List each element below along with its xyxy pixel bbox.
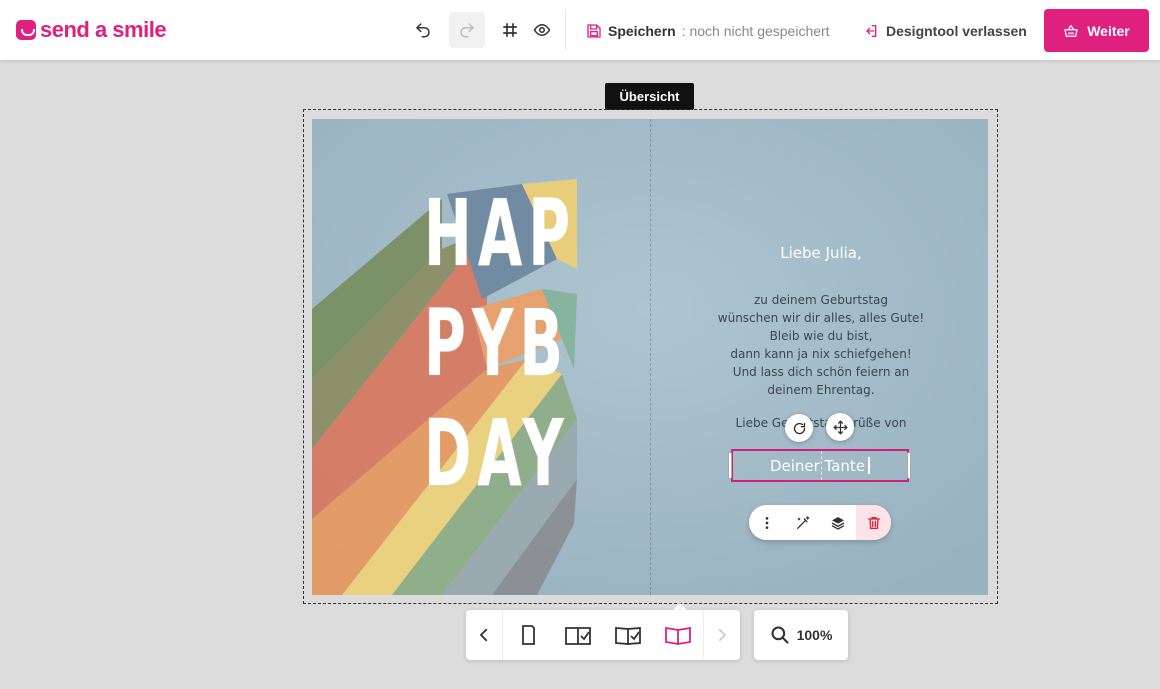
message-line: Bleib wie du bist, (769, 329, 873, 343)
view-front-page[interactable] (503, 610, 553, 660)
exit-icon (866, 25, 877, 37)
open-book-check-icon (615, 627, 641, 645)
view-inside-spread[interactable] (653, 610, 703, 660)
grid-icon (503, 23, 517, 37)
message-line: zu deinem Geburtstag (753, 293, 888, 307)
magic-wand-icon (796, 515, 809, 529)
rotate-icon (793, 422, 805, 434)
next-label: Weiter (1087, 22, 1130, 39)
next-button[interactable]: Weiter (1044, 9, 1149, 52)
more-options-button[interactable] (749, 505, 785, 540)
zoom-level: 100% (796, 627, 833, 643)
undo-button[interactable] (405, 12, 441, 48)
page-navigation (466, 610, 740, 660)
view-spread-check-left[interactable] (553, 610, 603, 660)
view-label: Übersicht (605, 83, 694, 110)
leave-designtool-button[interactable]: Designtool verlassen (863, 21, 1027, 41)
move-handle[interactable] (826, 413, 854, 441)
view-spread-check-right[interactable] (603, 610, 653, 660)
resize-handle-right[interactable] (907, 452, 911, 479)
next-page-button[interactable] (704, 610, 740, 660)
message-line: dann kann ja nix schiefgehen! (730, 347, 912, 361)
text-caret (868, 457, 871, 474)
eye-icon (533, 23, 551, 37)
chevron-right-icon (718, 628, 727, 642)
save-button[interactable]: Speichern : noch nicht gespeichert (586, 21, 830, 41)
redo-icon (460, 23, 474, 38)
chevron-left-icon (479, 628, 488, 642)
trash-icon (867, 516, 880, 529)
basket-icon (1064, 24, 1078, 37)
zoom-control[interactable]: 100% (754, 610, 848, 660)
toolbar-divider (565, 10, 566, 50)
cover-line-3: DAY (424, 400, 570, 507)
open-book-check-icon (565, 627, 591, 645)
save-icon (587, 24, 601, 38)
greeting-text[interactable]: Liebe Julia, (710, 244, 932, 262)
undo-icon (416, 23, 430, 38)
top-toolbar: send a smile Speichern : noch nicht gesp… (0, 0, 1160, 60)
active-view-pointer (673, 603, 687, 610)
layers-button[interactable] (821, 505, 857, 540)
magnifier-icon (771, 626, 789, 644)
message-line: wünschen wir dir alles, alles Gute! (717, 311, 925, 325)
layers-icon (832, 516, 845, 530)
resize-handle-left[interactable] (728, 452, 732, 479)
move-icon (833, 420, 847, 434)
message-line: Und lass dich schön feiern an (732, 365, 910, 379)
delete-button[interactable] (856, 505, 891, 540)
brand-name: send a smile (40, 17, 167, 42)
selected-text-content[interactable]: Deiner Tante (733, 451, 907, 480)
brand-logo[interactable]: send a smile (16, 17, 167, 43)
leave-label: Designtool verlassen (886, 23, 1027, 39)
cover-headline[interactable]: HAP PYB DAY (424, 179, 577, 509)
save-label: Speichern (608, 23, 676, 39)
message-body[interactable]: zu deinem Geburtstag wünschen wir dir al… (710, 291, 932, 399)
fold-line (650, 119, 651, 595)
cover-line-2: PYB (424, 290, 570, 397)
redo-button[interactable] (449, 12, 485, 48)
open-book-icon (665, 626, 691, 646)
grid-toggle-button[interactable] (492, 12, 528, 48)
closing-text[interactable]: Liebe Geburtstagsgrüße von (710, 416, 932, 430)
single-page-icon (522, 625, 535, 645)
selected-text-value: Deiner Tante (769, 456, 866, 475)
message-line: deinem Ehrentag. (767, 383, 875, 397)
more-vertical-icon (765, 516, 769, 529)
cover-line-1: HAP (424, 180, 577, 287)
smile-logo-icon (16, 20, 36, 40)
element-context-menu (749, 505, 891, 540)
save-status: : noch nicht gespeichert (681, 23, 830, 39)
rotate-handle[interactable] (785, 414, 813, 442)
selected-text-box[interactable]: Deiner Tante (731, 449, 909, 482)
previous-page-button[interactable] (466, 610, 502, 660)
preview-button[interactable] (524, 12, 560, 48)
effects-button[interactable] (785, 505, 821, 540)
